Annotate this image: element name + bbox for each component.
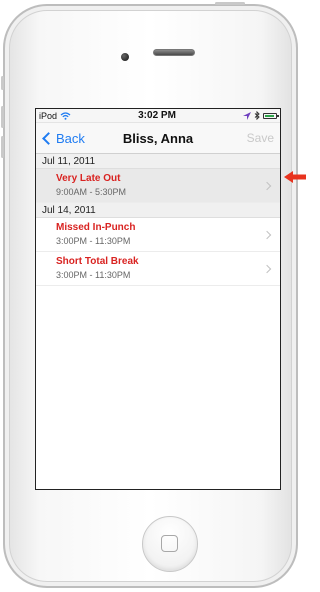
carrier-label: iPod	[39, 110, 58, 121]
exception-row[interactable]: Very Late Out 9:00AM - 5:30PM	[36, 169, 280, 203]
battery-icon	[263, 112, 279, 119]
navigation-bar: Back Bliss, Anna Save	[36, 123, 280, 154]
volume-down-button	[1, 136, 4, 158]
pointer-arrow-icon	[284, 171, 306, 183]
back-label: Back	[56, 130, 85, 146]
volume-up-button	[1, 106, 4, 128]
exception-row[interactable]: Missed In-Punch 3:00PM - 11:30PM	[36, 218, 280, 252]
section-header-date: Jul 14, 2011	[36, 203, 280, 218]
wifi-icon	[60, 111, 71, 120]
location-arrow-icon	[243, 111, 251, 120]
chevron-right-icon	[262, 264, 272, 273]
status-time: 3:02 PM	[138, 110, 176, 121]
bluetooth-icon	[254, 111, 260, 120]
chevron-right-icon	[262, 181, 272, 190]
home-button[interactable]	[142, 516, 198, 572]
phone-screen: iPod 3:02 PM Back Bliss, Anna Save Jul 1…	[35, 108, 281, 490]
exception-label: Missed In-Punch	[56, 222, 136, 233]
shift-hours: 3:00PM - 11:30PM	[56, 270, 131, 280]
front-camera	[121, 53, 129, 61]
section-header-date: Jul 11, 2011	[36, 154, 280, 169]
shift-hours: 3:00PM - 11:30PM	[56, 236, 131, 246]
shift-hours: 9:00AM - 5:30PM	[56, 187, 127, 197]
sleep-button	[215, 2, 245, 5]
mute-switch	[1, 76, 4, 90]
exception-label: Short Total Break	[56, 256, 139, 267]
status-bar: iPod 3:02 PM	[36, 109, 280, 123]
earpiece-speaker	[153, 49, 195, 56]
exception-label: Very Late Out	[56, 173, 121, 184]
back-button[interactable]: Back	[42, 131, 85, 146]
chevron-left-icon	[42, 131, 55, 145]
home-square-icon	[161, 535, 178, 552]
chevron-right-icon	[262, 230, 272, 239]
exception-row[interactable]: Short Total Break 3:00PM - 11:30PM	[36, 252, 280, 286]
save-button[interactable]: Save	[247, 131, 274, 145]
